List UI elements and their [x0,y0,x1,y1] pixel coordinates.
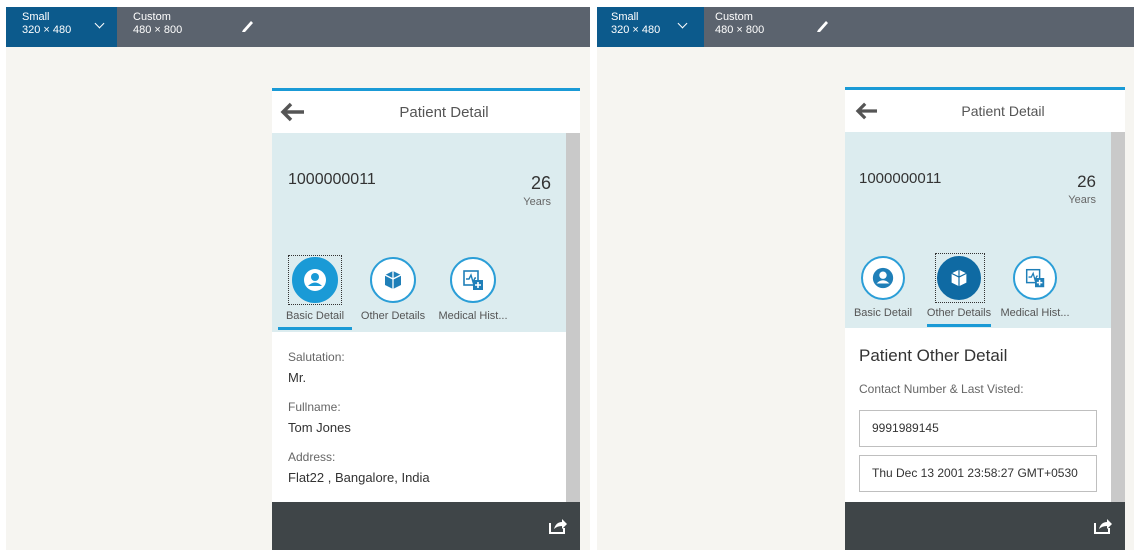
medical-history-icon [463,270,483,290]
fullname-label: Fullname: [288,400,341,414]
tab-label: Other Details [360,310,426,322]
address-label: Address: [288,450,336,464]
person-icon [872,267,894,289]
device-small-size: 320 × 480 [611,24,661,36]
salutation-label: Salutation: [288,350,345,364]
scrollbar[interactable] [1111,132,1125,502]
device-small-name: Small [611,11,639,23]
device-toolbar: Small 320 × 480 Custom 480 × 800 [597,7,1134,47]
phone-frame: Patient Detail 1000000011 26 Years Basic… [845,87,1125,550]
fullname-value: Tom Jones [288,420,351,435]
medical-history-icon [1025,268,1045,288]
patient-age-unit: Years [523,196,551,208]
pencil-icon[interactable] [815,17,831,33]
tab-other-details[interactable]: Other Details [356,251,430,332]
page-title: Patient Detail [399,104,489,121]
app-header: Patient Detail [845,90,1125,132]
tab-icon-circle [370,257,416,303]
phone-number-field[interactable]: 9991989145 [859,410,1097,447]
tab-basic-detail[interactable]: Basic Detail [278,251,352,332]
tab-selected-underline [278,327,352,330]
tab-icon-circle [1013,256,1057,300]
tab-other-details[interactable]: Other Details [923,250,995,328]
chevron-down-icon[interactable] [94,18,105,29]
patient-number: 1000000011 [859,170,942,187]
device-small-size: 320 × 480 [22,24,72,36]
app-header: Patient Detail [272,91,580,133]
contact-label: Contact Number & Last Visted: [859,382,1024,396]
scroll-container[interactable]: 1000000011 26 Years Basic Detail Other D… [272,133,580,502]
share-icon[interactable] [1093,517,1113,535]
device-custom-button[interactable]: Custom 480 × 800 [117,7,257,47]
tab-medical-history[interactable]: Medical Hist... [997,250,1073,328]
box-icon [951,269,967,287]
salutation-value: Mr. [288,370,307,385]
patient-age-value: 26 [1077,172,1096,191]
tab-basic-detail[interactable]: Basic Detail [848,250,918,328]
footer-bar [272,502,580,550]
tab-label: Medical Hist... [438,310,508,322]
other-detail-form: Patient Other Detail Contact Number & La… [845,328,1111,502]
device-custom-size: 480 × 800 [715,24,765,36]
person-icon [304,269,326,291]
tab-label: Basic Detail [285,310,345,322]
chevron-down-icon[interactable] [677,18,688,29]
device-custom-name: Custom [133,11,171,23]
tab-icon-circle [861,256,905,300]
scroll-container[interactable]: 1000000011 26 Years Basic Detail Other D… [845,132,1125,502]
device-toolbar: Small 320 × 480 Custom 480 × 800 [6,7,590,47]
tab-label: Basic Detail [853,307,913,319]
section-title: Patient Other Detail [859,346,1008,365]
right-preview-panel: Small 320 × 480 Custom 480 × 800 Patient… [597,7,1134,550]
object-header: 1000000011 26 Years Basic Detail Other D… [845,132,1111,328]
device-small-button[interactable]: Small 320 × 480 [6,7,117,47]
footer-bar [845,502,1125,550]
scrollbar-thumb[interactable] [1111,132,1125,502]
address-value: Flat22 , Bangalore, India [288,470,430,485]
basic-detail-form: Salutation: Mr. Fullname: Tom Jones Addr… [272,332,566,502]
patient-number: 1000000011 [288,171,376,188]
scrollbar-thumb[interactable] [566,133,580,502]
tab-icon-circle [292,257,338,303]
device-custom-name: Custom [715,11,753,23]
scrollbar[interactable] [566,133,580,502]
tab-icon-circle [937,256,981,300]
tab-medical-history[interactable]: Medical Hist... [432,251,514,332]
box-icon [384,271,402,289]
left-preview-panel: Small 320 × 480 Custom 480 × 800 Patient… [6,7,590,550]
patient-age-value: 26 [530,173,551,193]
tab-icon-circle [450,257,496,303]
phone-frame: Patient Detail 1000000011 26 Years Basic… [272,88,580,550]
device-small-button[interactable]: Small 320 × 480 [597,7,704,47]
tab-selected-underline [927,324,991,327]
patient-age-unit: Years [1068,194,1096,206]
device-small-name: Small [22,11,50,23]
page-title: Patient Detail [961,103,1045,119]
pencil-icon[interactable] [240,17,256,33]
device-custom-button[interactable]: Custom 480 × 800 [704,7,844,47]
share-icon[interactable] [548,517,568,535]
device-custom-size: 480 × 800 [133,24,183,36]
tab-label: Medical Hist... [1000,307,1070,319]
last-visited-field[interactable]: Thu Dec 13 2001 23:58:27 GMT+0530 [859,455,1097,492]
object-header: 1000000011 26 Years Basic Detail Other D… [272,133,566,332]
tab-label: Other Details [926,307,992,319]
